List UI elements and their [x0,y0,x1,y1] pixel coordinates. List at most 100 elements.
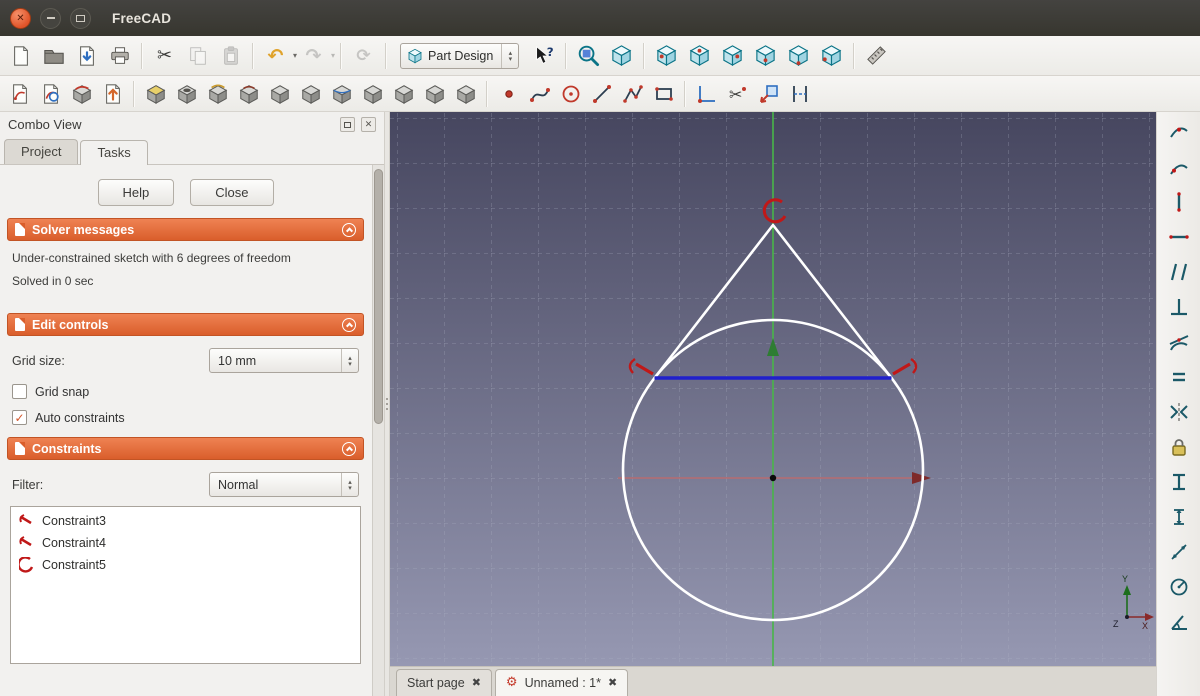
edit-sketch-button[interactable] [35,80,66,108]
origin-point[interactable] [769,474,777,482]
constrain-vertical-button[interactable] [1164,188,1194,216]
panel-float-button[interactable] [340,117,355,132]
subtractive-loft-button[interactable] [295,80,326,108]
create-sketch-button[interactable] [4,80,35,108]
constrain-lock-button[interactable] [1164,433,1194,461]
constrain-tangent-button[interactable] [1164,328,1194,356]
map-sketch-button[interactable] [66,80,97,108]
whats-this-button[interactable]: ? [527,41,560,71]
constrain-distance-button[interactable] [1164,538,1194,566]
copy-button[interactable] [181,41,214,71]
collapse-section-icon[interactable] [342,441,356,456]
create-point-button[interactable] [493,80,524,108]
trim-edge-button[interactable]: ✂ [722,80,753,108]
chamfer-button[interactable] [357,80,388,108]
measure-distance-button[interactable] [860,41,893,71]
construction-mode-icon [792,85,807,102]
constrain-radius-button[interactable] [1164,573,1194,601]
open-document-button[interactable] [37,41,70,71]
additive-loft-button[interactable] [264,80,295,108]
close-tab-icon[interactable]: ✖ [472,676,481,689]
fit-all-button[interactable] [572,41,605,71]
constraints-header[interactable]: Constraints [7,437,364,460]
constrain-point-on-object-button[interactable] [1164,153,1194,181]
front-view-button[interactable] [650,41,683,71]
workbench-selector-spinner[interactable]: ▴ ▾ [501,43,518,68]
origin-axes-button[interactable] [691,80,722,108]
constrain-horizontal-button[interactable] [1164,223,1194,251]
redo-history-dropdown[interactable]: ▾ [331,51,335,60]
fillet-button[interactable] [326,80,357,108]
constrain-coincident-button[interactable] [1164,118,1194,146]
combo-view-panel: Combo View ✕ Project Tasks Help Close So… [0,112,384,696]
constraint-filter-select[interactable]: Normal ▴ ▾ [209,472,359,497]
constrain-block-button[interactable] [1164,468,1194,496]
constraint-filter-spinner[interactable]: ▴ ▾ [341,473,358,496]
create-circle-button[interactable] [555,80,586,108]
constrain-parallel-button[interactable] [1164,258,1194,286]
solver-messages-header[interactable]: Solver messages [7,218,364,241]
help-button[interactable]: Help [97,179,175,206]
top-view-button[interactable] [683,41,716,71]
constrain-distance-y-button[interactable] [1164,503,1194,531]
create-line-button[interactable] [586,80,617,108]
viewport-3d[interactable]: Y X Z [390,112,1156,666]
create-polyline-button[interactable] [617,80,648,108]
panel-scrollbar[interactable] [372,165,384,696]
collapse-section-icon[interactable] [342,317,356,332]
window-maximize-button[interactable] [70,7,91,29]
sketch-canvas[interactable]: Y X Z [390,112,1156,666]
edit-controls-header[interactable]: Edit controls [7,313,364,336]
collapse-section-icon[interactable] [342,222,356,237]
constrain-equal-button[interactable] [1164,363,1194,391]
mirrored-feature-button[interactable] [450,80,481,108]
close-tab-icon[interactable]: ✖ [608,676,617,689]
constrain-perpendicular-button[interactable] [1164,293,1194,321]
constraint-list-item[interactable]: Constraint3 [11,510,360,532]
panel-close-button[interactable]: ✕ [361,117,376,132]
window-minimize-button[interactable] [40,7,61,29]
cut-button[interactable]: ✂ [148,41,181,71]
constrain-angle-button[interactable] [1164,608,1194,636]
save-button[interactable] [70,41,103,71]
tab-project[interactable]: Project [4,139,79,164]
constraint-list-item[interactable]: Constraint5 [11,554,360,576]
new-document-button[interactable] [4,41,37,71]
axonometric-view-button[interactable] [605,41,638,71]
create-spline-button[interactable] [524,80,555,108]
draft-button[interactable] [388,80,419,108]
revolution-button[interactable] [202,80,233,108]
create-rectangle-button[interactable] [648,80,679,108]
tab-unnamed-document[interactable]: ⚙ Unnamed : 1* ✖ [494,669,629,696]
grid-snap-checkbox[interactable] [12,384,27,399]
tab-start-page[interactable]: Start page ✖ [396,669,492,696]
paste-button[interactable] [214,41,247,71]
rear-view-button[interactable] [749,41,782,71]
pad-button[interactable] [140,80,171,108]
window-close-button[interactable]: ✕ [10,7,31,29]
panel-scrollbar-thumb[interactable] [374,169,383,424]
close-button[interactable]: Close [190,179,274,206]
constraint-list-item[interactable]: Constraint4 [11,532,360,554]
thickness-button[interactable] [419,80,450,108]
workbench-selector-value: Part Design [428,48,494,63]
leave-sketch-button[interactable] [97,80,128,108]
right-view-button[interactable] [716,41,749,71]
left-view-button[interactable] [815,41,848,71]
tab-tasks[interactable]: Tasks [80,140,148,165]
refresh-button[interactable]: ⟳ [347,41,380,71]
bottom-view-button[interactable] [782,41,815,71]
auto-constraints-checkbox[interactable]: ✓ [12,410,27,425]
print-button[interactable] [103,41,136,71]
undo-button[interactable]: ↶ [259,41,292,71]
grid-size-select[interactable]: 10 mm ▴ ▾ [209,348,359,373]
groove-button[interactable] [233,80,264,108]
point-on-object-constraint-icon [1169,164,1188,175]
pocket-button[interactable] [171,80,202,108]
redo-button[interactable]: ↷ [297,41,330,71]
grid-size-spinner[interactable]: ▴ ▾ [341,349,358,372]
constrain-symmetric-button[interactable] [1164,398,1194,426]
external-geometry-button[interactable] [753,80,784,108]
workbench-selector[interactable]: Part Design ▴ ▾ [400,42,520,69]
construction-mode-button[interactable] [784,80,815,108]
